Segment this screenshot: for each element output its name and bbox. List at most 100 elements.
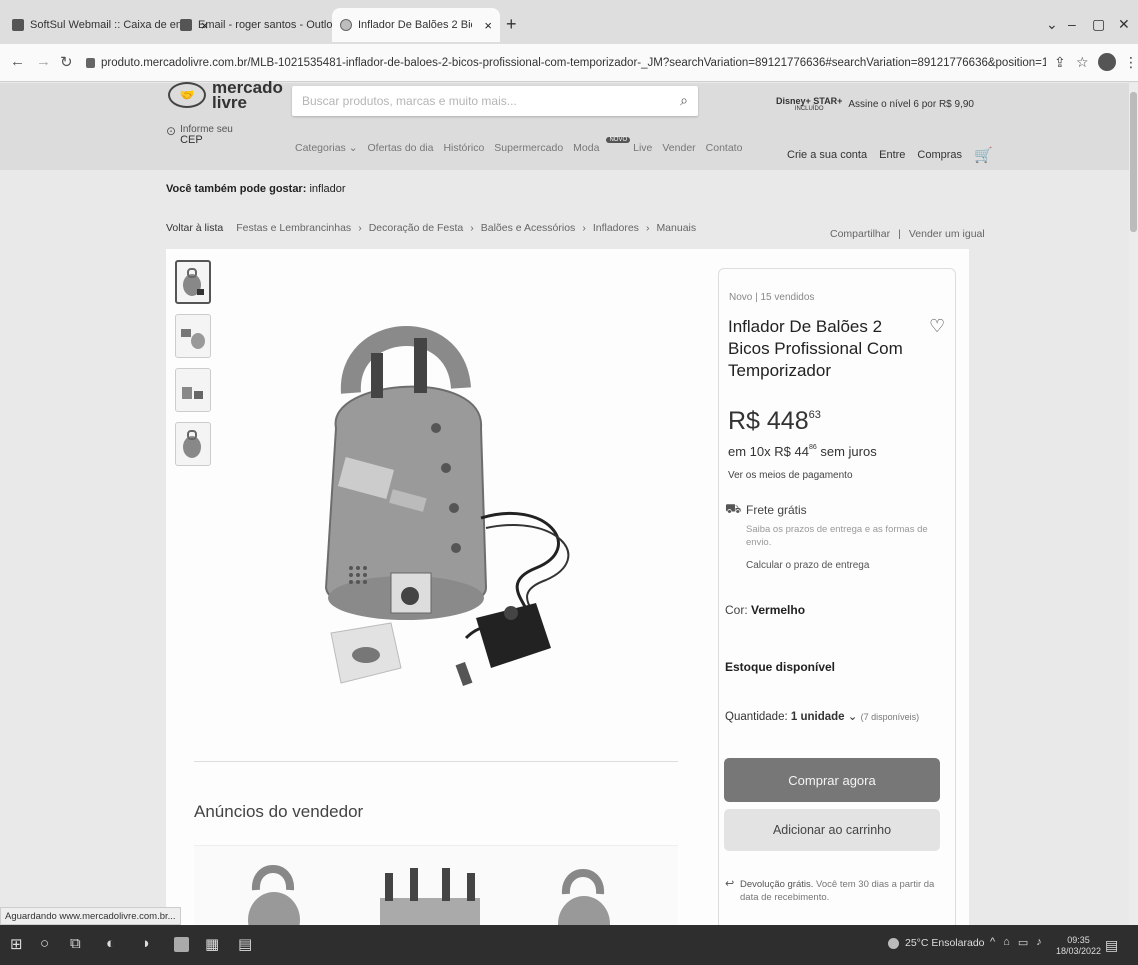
display-icon[interactable]: ▭ bbox=[1018, 936, 1028, 949]
webmail-favicon-icon bbox=[12, 19, 24, 31]
tab-label: Email - roger santos - Outlook bbox=[198, 19, 345, 31]
crumb-festas[interactable]: Festas e Lembrancinhas bbox=[236, 222, 351, 234]
promo-text: Assine o nível 6 por R$ 9,90 bbox=[848, 98, 974, 110]
crumb-decoracao[interactable]: Decoração de Festa bbox=[369, 222, 464, 234]
truck-icon: ⛟ bbox=[725, 501, 742, 516]
thumbnail-2[interactable] bbox=[175, 314, 211, 358]
crumb-manuais[interactable]: Manuais bbox=[656, 222, 696, 234]
url-text: produto.mercadolivre.com.br/MLB-10215354… bbox=[101, 57, 1046, 69]
favorite-heart-icon[interactable]: ♡ bbox=[929, 316, 945, 337]
back-icon[interactable]: ← bbox=[10, 53, 25, 70]
nav-ofertas[interactable]: Ofertas do dia bbox=[368, 142, 434, 154]
novo-badge: NOVO bbox=[606, 137, 631, 143]
nav-supermercado[interactable]: Supermercado bbox=[494, 142, 563, 154]
thumbnail-4[interactable] bbox=[175, 422, 211, 466]
scrollbar-thumb[interactable] bbox=[1130, 92, 1137, 232]
nav-historico[interactable]: Histórico bbox=[443, 142, 484, 154]
minimize-icon[interactable]: – bbox=[1068, 16, 1076, 32]
system-tray: ^ ⌂ ▭ ♪ bbox=[990, 936, 1042, 949]
section-divider bbox=[194, 761, 678, 762]
promo-brand: Disney+ STAR+ bbox=[776, 96, 843, 106]
category-nav: Categorias ⌄ Ofertas do dia Histórico Su… bbox=[295, 137, 743, 154]
payment-methods-link[interactable]: Ver os meios de pagamento bbox=[728, 470, 853, 481]
add-to-cart-button[interactable]: Adicionar ao carrinho bbox=[724, 809, 940, 851]
bookmark-star-icon[interactable]: ☆ bbox=[1076, 54, 1089, 71]
weather-text: 25°C Ensolarado bbox=[905, 937, 985, 949]
file-explorer-icon[interactable] bbox=[174, 937, 189, 952]
shipping-description[interactable]: Saiba os prazos de entrega e as formas d… bbox=[746, 523, 936, 549]
weather-widget[interactable]: 25°C Ensolarado bbox=[888, 937, 985, 949]
thumbnail-1[interactable] bbox=[175, 260, 211, 304]
crumb-infladores[interactable]: Infladores bbox=[593, 222, 639, 234]
restore-icon[interactable]: ▢ bbox=[1092, 16, 1105, 33]
nav-categorias[interactable]: Categorias ⌄ bbox=[295, 142, 358, 154]
product-main-image[interactable] bbox=[296, 318, 596, 708]
sell-same-link[interactable]: Vender um igual bbox=[909, 228, 985, 240]
share-link[interactable]: Compartilhar bbox=[830, 228, 890, 240]
create-account-link[interactable]: Crie a sua conta bbox=[787, 149, 867, 161]
calculate-delivery-link[interactable]: Calcular o prazo de entrega bbox=[746, 560, 869, 571]
profile-avatar[interactable] bbox=[1098, 53, 1116, 71]
clock-date: 18/03/2022 bbox=[1056, 946, 1102, 956]
share-links: Compartilhar | Vender um igual bbox=[830, 228, 985, 240]
free-shipping-label: Frete grátis bbox=[746, 503, 807, 517]
search-icon[interactable]: ⌕ bbox=[680, 92, 688, 109]
thumbnail-3[interactable] bbox=[175, 368, 211, 412]
logo-line2: livre bbox=[212, 93, 247, 112]
price-cents: 63 bbox=[808, 409, 821, 421]
tray-expand-icon[interactable]: ^ bbox=[990, 936, 995, 949]
search-icon[interactable]: ○ bbox=[40, 935, 49, 952]
menu-kebab-icon[interactable]: ⋮ bbox=[1124, 54, 1138, 71]
location-pin-icon: ⊙ bbox=[166, 124, 177, 138]
reload-icon[interactable]: ↻ bbox=[60, 53, 73, 71]
product-title: Inflador De Balões 2 Bicos Profissional … bbox=[728, 317, 903, 380]
url-field[interactable]: produto.mercadolivre.com.br/MLB-10215354… bbox=[86, 50, 1046, 76]
return-arrow-icon: ↩ bbox=[725, 878, 735, 890]
handshake-icon: 🤝 bbox=[168, 82, 206, 108]
recommend-label: Você também pode gostar: bbox=[166, 183, 307, 195]
app-icon[interactable]: ◗ bbox=[142, 935, 151, 952]
quantity-selector[interactable]: Quantidade: 1 unidade ⌄ (7 disponíveis) bbox=[725, 709, 919, 723]
disney-star-promo[interactable]: Disney+ STAR+ INCLUÍDO Assine o nível 6 … bbox=[776, 96, 974, 112]
back-to-list-link[interactable]: Voltar à lista bbox=[166, 222, 223, 234]
promo-sub: INCLUÍDO bbox=[794, 106, 824, 112]
nav-live[interactable]: NOVOLive bbox=[606, 137, 652, 154]
word-icon[interactable]: ▤ bbox=[238, 935, 252, 953]
volume-icon[interactable]: ♪ bbox=[1036, 936, 1042, 949]
recommend-link[interactable]: inflador bbox=[309, 183, 345, 195]
search-input[interactable]: Buscar produtos, marcas e muito mais... … bbox=[292, 86, 698, 116]
share-icon[interactable]: ⇪ bbox=[1054, 54, 1066, 71]
buy-now-button[interactable]: Comprar agora bbox=[724, 758, 940, 802]
windows-start-icon[interactable]: ⊞ bbox=[10, 935, 23, 953]
mercadolivre-logo[interactable]: 🤝 mercado livre bbox=[168, 79, 283, 112]
nav-vender[interactable]: Vender bbox=[662, 142, 695, 154]
tab-search-icon[interactable]: ⌄ bbox=[1046, 16, 1058, 33]
breadcrumb: Voltar à lista Festas e Lembrancinhas › D… bbox=[166, 222, 697, 234]
nav-moda[interactable]: Moda bbox=[573, 142, 599, 154]
tab-label: SoftSul Webmail :: Caixa de entr bbox=[30, 19, 189, 31]
taskbar-clock[interactable]: 09:35 18/03/2022 bbox=[1056, 935, 1101, 957]
crumb-baloes[interactable]: Balões e Acessórios bbox=[481, 222, 576, 234]
tab-product[interactable]: Inflador De Balões 2 Bicos Profis × bbox=[332, 8, 500, 42]
calculator-icon[interactable]: ▦ bbox=[205, 935, 219, 953]
forward-icon[interactable]: → bbox=[36, 53, 51, 70]
nav-contato[interactable]: Contato bbox=[706, 142, 743, 154]
login-link[interactable]: Entre bbox=[879, 149, 905, 161]
notifications-icon[interactable]: ▤ bbox=[1105, 937, 1118, 954]
cart-icon[interactable]: 🛒 bbox=[974, 146, 993, 164]
lock-icon bbox=[86, 58, 95, 68]
search-placeholder: Buscar produtos, marcas e muito mais... bbox=[302, 94, 517, 108]
task-view-icon[interactable]: ⧉ bbox=[70, 935, 81, 952]
thumb-image bbox=[182, 387, 203, 399]
new-tab-icon[interactable]: + bbox=[506, 14, 517, 35]
stock-status: Estoque disponível bbox=[725, 660, 836, 674]
tab-label: Inflador De Balões 2 Bicos Profis bbox=[358, 19, 472, 31]
edge-icon[interactable]: ◐ bbox=[106, 935, 115, 952]
window-close-icon[interactable]: ✕ bbox=[1118, 16, 1130, 33]
address-bar-row: ← → ↻ produto.mercadolivre.com.br/MLB-10… bbox=[0, 44, 1138, 82]
quantity-available: (7 disponíveis) bbox=[860, 712, 920, 722]
purchases-link[interactable]: Compras bbox=[917, 149, 962, 161]
close-icon[interactable]: × bbox=[484, 18, 492, 33]
cep-selector[interactable]: ⊙ Informe seu CEP bbox=[166, 124, 233, 146]
network-icon[interactable]: ⌂ bbox=[1003, 936, 1010, 949]
